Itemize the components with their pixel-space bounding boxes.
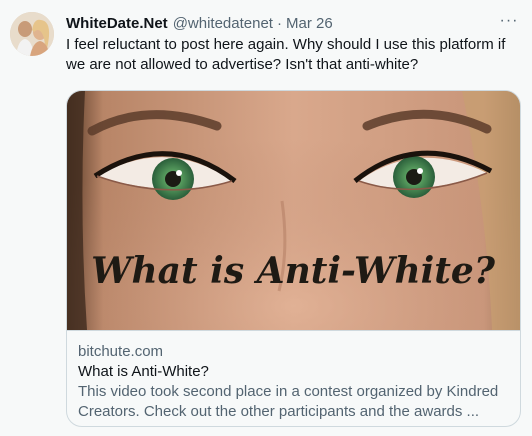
tweet[interactable]: WhiteDate.Net @whitedatenet · Mar 26 ···… — [0, 0, 532, 436]
tweet-header: WhiteDate.Net @whitedatenet · Mar 26 — [66, 13, 520, 33]
avatar-photo — [10, 12, 54, 56]
timestamp[interactable]: Mar 26 — [286, 15, 333, 32]
link-card[interactable]: What is Anti-White? bitchute.com What is… — [66, 90, 521, 427]
author-name[interactable]: WhiteDate.Net — [66, 15, 168, 32]
card-domain: bitchute.com — [78, 343, 164, 360]
image-caption-text: What is Anti-White? — [91, 250, 496, 292]
card-image[interactable]: What is Anti-White? — [67, 91, 520, 330]
card-body: bitchute.com What is Anti-White? This vi… — [78, 342, 510, 422]
more-options-icon[interactable]: ··· — [498, 10, 520, 32]
author-handle[interactable]: @whitedatenet — [173, 15, 273, 32]
card-title[interactable]: What is Anti-White? — [78, 362, 510, 382]
separator-dot: · — [276, 14, 282, 32]
avatar[interactable] — [10, 12, 54, 56]
eyes-illustration: What is Anti-White? — [67, 91, 520, 330]
card-description: This video took second place in a contes… — [78, 383, 499, 420]
card-divider — [67, 330, 520, 331]
tweet-text: I feel reluctant to post here again. Why… — [66, 36, 506, 73]
